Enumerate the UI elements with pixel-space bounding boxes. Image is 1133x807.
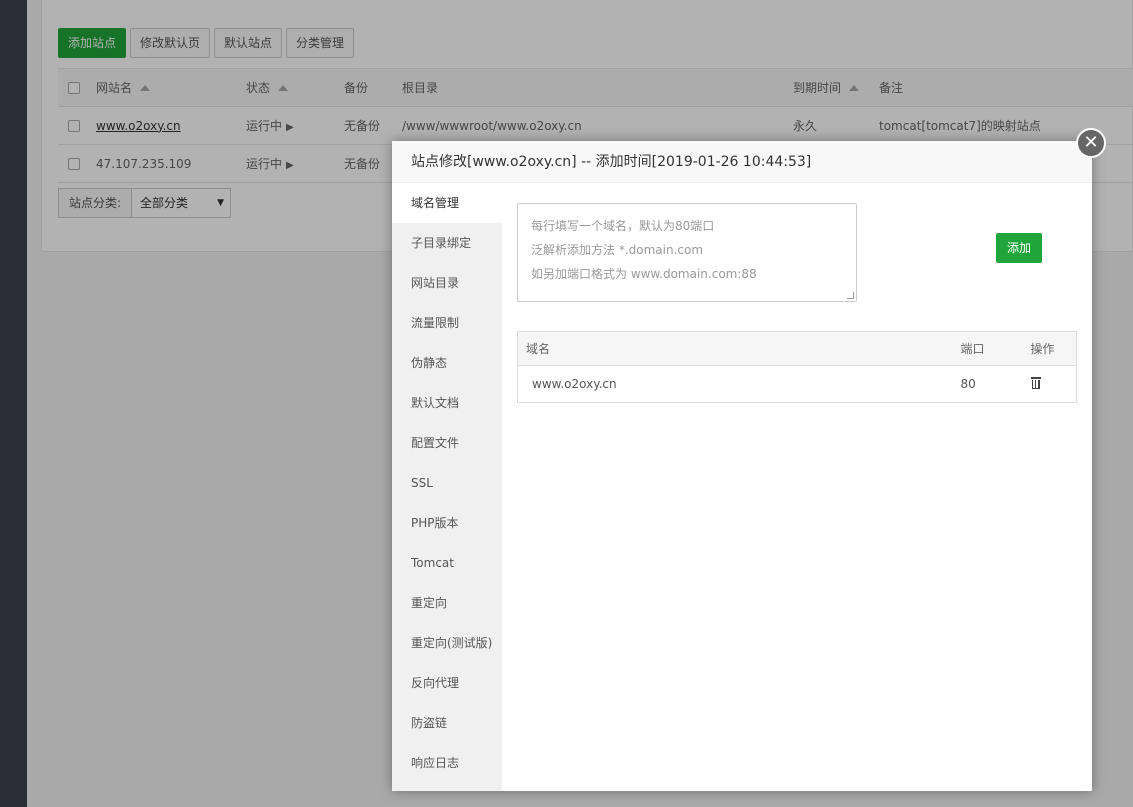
tab-domain-manage[interactable]: 域名管理 [392,183,502,223]
tab-traffic-limit[interactable]: 流量限制 [392,303,502,343]
domain-manage-pane: 每行填写一个域名，默认为80端口 泛解析添加方法 *.domain.com 如另… [502,183,1092,791]
tab-rewrite[interactable]: 伪静态 [392,343,502,383]
resize-handle-icon[interactable] [847,292,854,299]
tab-php-version[interactable]: PHP版本 [392,503,502,543]
tab-tomcat[interactable]: Tomcat [392,543,502,583]
placeholder-line: 每行填写一个域名，默认为80端口 [531,219,715,233]
trash-icon[interactable] [1030,376,1041,389]
tab-redirect-beta[interactable]: 重定向(测试版) [392,623,502,663]
tab-hotlink-protection[interactable]: 防盗链 [392,703,502,743]
left-nav-bar [0,0,27,807]
tab-reverse-proxy[interactable]: 反向代理 [392,663,502,703]
tab-redirect[interactable]: 重定向 [392,583,502,623]
tab-site-directory[interactable]: 网站目录 [392,263,502,303]
table-header-row: 域名 端口 操作 [517,331,1077,366]
domain-textarea[interactable]: 每行填写一个域名，默认为80端口 泛解析添加方法 *.domain.com 如另… [517,203,857,302]
add-domain-button[interactable]: 添加 [996,233,1042,263]
tab-default-doc[interactable]: 默认文档 [392,383,502,423]
table-row: www.o2oxy.cn 80 [518,366,1077,403]
dialog-title: 站点修改[www.o2oxy.cn] -- 添加时间[2019-01-26 10… [392,141,1092,183]
col-domain: 域名 [526,342,551,356]
tab-config-file[interactable]: 配置文件 [392,423,502,463]
tab-ssl[interactable]: SSL [392,463,502,503]
placeholder-line: 泛解析添加方法 *.domain.com [531,243,704,257]
domain-value: www.o2oxy.cn [532,377,617,391]
domain-table: 域名 端口 操作 www.o2oxy.cn 80 [517,331,1077,403]
dialog-tabs: 域名管理 子目录绑定 网站目录 流量限制 伪静态 默认文档 配置文件 SSL P… [392,183,502,791]
col-action: 操作 [1030,342,1055,356]
port-value: 80 [960,377,976,391]
close-icon[interactable]: ✕ [1076,128,1106,158]
tab-subdir-binding[interactable]: 子目录绑定 [392,223,502,263]
tab-response-log[interactable]: 响应日志 [392,743,502,783]
col-port: 端口 [960,342,985,356]
site-edit-dialog: 站点修改[www.o2oxy.cn] -- 添加时间[2019-01-26 10… [392,141,1092,791]
placeholder-line: 如另加端口格式为 www.domain.com:88 [531,267,757,281]
